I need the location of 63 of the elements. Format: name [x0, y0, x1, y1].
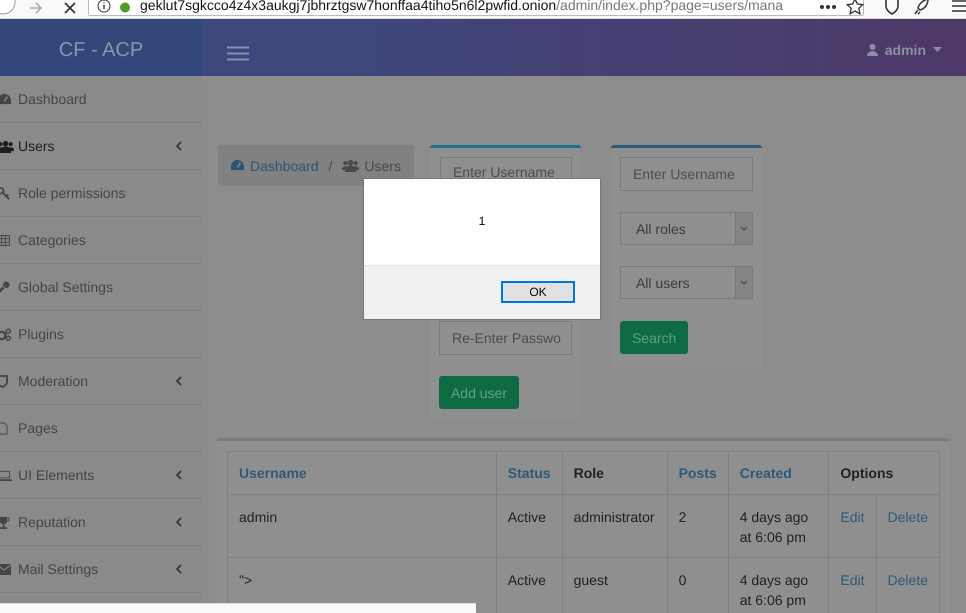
dashboard-icon: [230, 159, 245, 172]
star-icon[interactable]: [846, 0, 864, 16]
brand-title: CF - ACP: [58, 39, 144, 63]
chevron-down-icon: [740, 280, 748, 285]
edit-link[interactable]: Edit: [840, 509, 865, 525]
users-icon: [342, 159, 360, 172]
sidebar-item[interactable]: Categories: [0, 217, 202, 264]
info-icon: [97, 0, 111, 13]
user-icon: [866, 44, 878, 56]
user-menu[interactable]: admin: [866, 19, 942, 76]
sidebar-item[interactable]: Global Settings: [0, 264, 202, 311]
table-cell: Active: [496, 494, 562, 558]
table-cell: 4 days ago at 6:06 pm: [728, 494, 829, 558]
column-header: Options: [828, 452, 940, 494]
column-header[interactable]: Status: [496, 452, 562, 494]
breadcrumb-link[interactable]: Dashboard: [250, 158, 318, 174]
wrench-icon: [0, 280, 10, 294]
search-button[interactable]: Search: [620, 321, 688, 354]
filter-select[interactable]: All roles: [620, 212, 753, 245]
add-user-button[interactable]: Add user: [438, 376, 519, 409]
filter-select[interactable]: All users: [620, 266, 753, 299]
url-host: geklut7sgkcco4z4x3aukgj7jbhrztgsw7honffaa4tiho5n6l2pwfid.onion: [140, 0, 556, 13]
password-field[interactable]: Re-Enter Passwo: [438, 321, 572, 355]
file-icon: [0, 422, 8, 434]
laptop-icon: [0, 470, 12, 480]
sidebar-item[interactable]: UI Elements: [0, 452, 202, 499]
sidebar-item[interactable]: Reputation: [0, 499, 202, 546]
column-header: Role: [562, 452, 668, 494]
table-icon: [0, 234, 10, 246]
search-field[interactable]: Enter Username: [620, 157, 753, 191]
cogs-icon: [0, 328, 12, 340]
sidebar-item[interactable]: Users: [0, 123, 202, 170]
chevron-down-icon: [740, 226, 748, 231]
sidebar-item[interactable]: Dashboard: [0, 76, 202, 123]
shield-icon[interactable]: [884, 0, 900, 16]
column-header[interactable]: Username: [228, 452, 496, 494]
key-icon: [0, 186, 10, 200]
rocket-icon[interactable]: [914, 0, 930, 15]
ok-button[interactable]: OK: [501, 281, 575, 303]
table-cell: 2: [667, 494, 728, 558]
trophy-icon: [0, 516, 10, 528]
delete-link[interactable]: Delete: [888, 509, 928, 525]
breadcrumb-separator: /: [328, 158, 332, 174]
alert-message: 1: [478, 214, 486, 230]
sidebar-item[interactable]: Moderation: [0, 358, 202, 405]
users-icon: [0, 140, 14, 152]
sidebar-item[interactable]: Pages: [0, 405, 202, 452]
column-header[interactable]: Created: [728, 452, 829, 494]
table-cell: admin: [228, 494, 496, 558]
caret-icon: [933, 47, 942, 52]
url-path: /admin/index.php?page=users/mana: [556, 0, 784, 13]
sidebar-item[interactable]: Plugins: [0, 311, 202, 358]
delete-link[interactable]: Delete: [888, 572, 928, 588]
column-header[interactable]: Posts: [667, 452, 728, 494]
more-icon[interactable]: [820, 4, 836, 10]
sidebar-item[interactable]: Role permissions: [0, 170, 202, 217]
stop-icon[interactable]: [63, 1, 77, 15]
shield-icon: [0, 374, 8, 388]
address-bar[interactable]: geklut7sgkcco4z4x3aukgj7jbhrztgsw7honffaa4tiho5n6l2pwfid.onion/admin/index.php?page=users/mana: [88, 0, 864, 16]
table-cell: administrator: [562, 494, 668, 558]
menu-icon[interactable]: [952, 0, 966, 12]
sidebar-item[interactable]: Mail Settings: [0, 546, 202, 593]
edit-link[interactable]: Edit: [840, 572, 865, 588]
